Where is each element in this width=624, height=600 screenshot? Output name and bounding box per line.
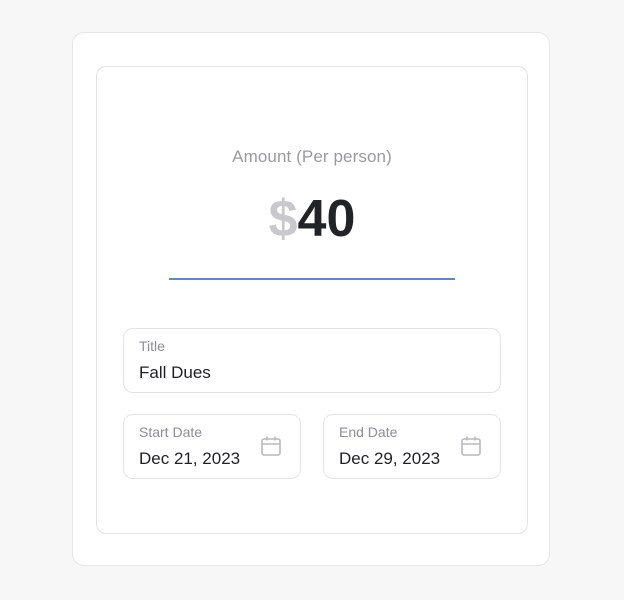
currency-symbol: $ xyxy=(268,190,298,248)
amount-input[interactable]: $40 xyxy=(97,189,527,249)
start-date-label: Start Date xyxy=(139,424,203,440)
end-date-field[interactable]: End Date Dec 29, 2023 xyxy=(323,414,501,479)
title-field[interactable]: Title Fall Dues xyxy=(123,328,501,393)
start-date-field[interactable]: Start Date Dec 21, 2023 xyxy=(123,414,301,479)
start-date-value: Dec 21, 2023 xyxy=(139,449,241,468)
dues-form-card: Amount (Per person) $40 Title Fall Dues … xyxy=(96,66,528,534)
amount-value: 40 xyxy=(297,190,356,248)
calendar-icon[interactable] xyxy=(260,435,282,457)
amount-label: Amount (Per person) xyxy=(232,147,392,166)
end-date-value: Dec 29, 2023 xyxy=(339,449,441,468)
title-field-label: Title xyxy=(139,338,165,354)
outer-card: Amount (Per person) $40 Title Fall Dues … xyxy=(72,32,550,566)
title-field-value: Fall Dues xyxy=(139,363,211,382)
calendar-icon[interactable] xyxy=(460,435,482,457)
amount-underline xyxy=(169,278,455,280)
end-date-label: End Date xyxy=(339,424,398,440)
